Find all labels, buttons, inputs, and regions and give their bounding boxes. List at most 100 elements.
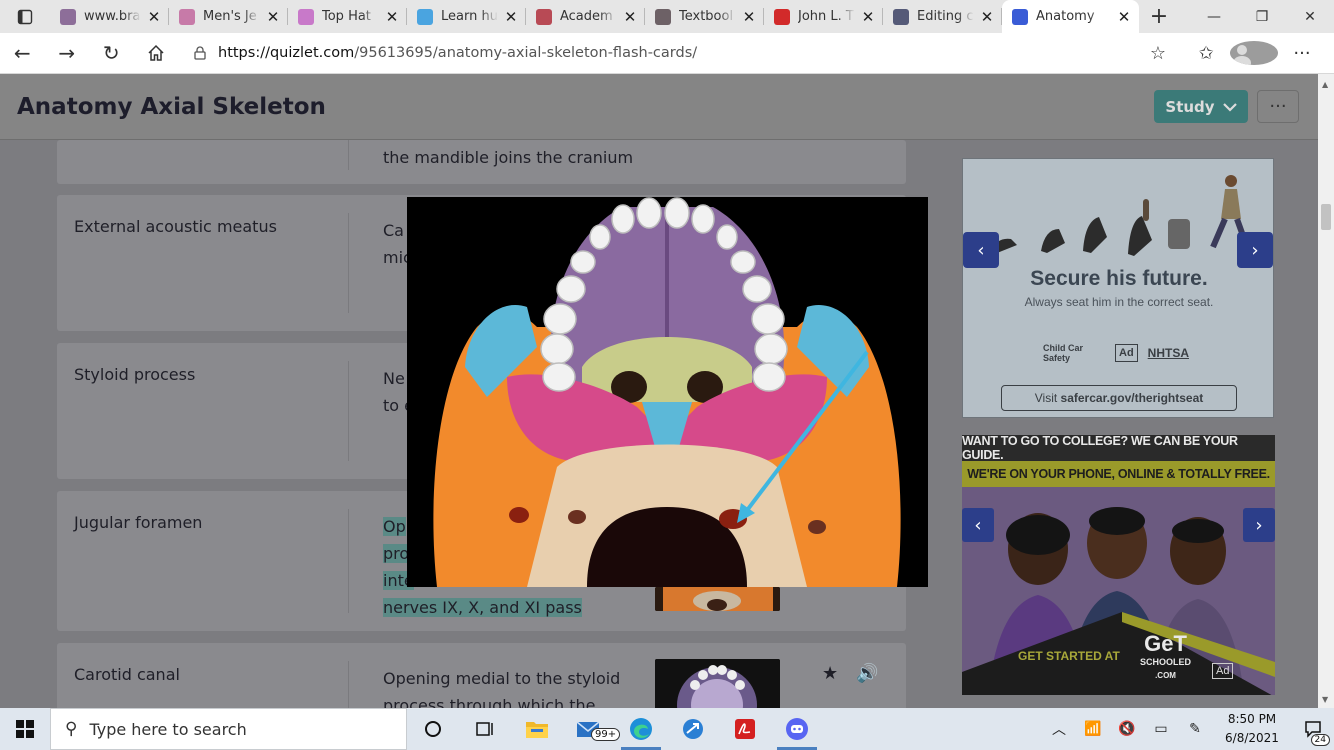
task-view-button[interactable] [459, 708, 511, 750]
browser-tab[interactable]: Textbool ✕ [645, 0, 764, 33]
ad-get-started-label: GET STARTED AT [1018, 649, 1120, 663]
close-tab-icon[interactable]: ✕ [385, 8, 399, 26]
definition-line: Op [383, 517, 406, 536]
app-swift-button[interactable] [667, 708, 719, 750]
ad-cta-prefix: Visit [1034, 391, 1058, 405]
browser-tab[interactable]: Top Hat ✕ [288, 0, 407, 33]
ad-headline: Secure his future. [1030, 267, 1208, 290]
home-button[interactable] [134, 33, 179, 74]
close-tab-icon[interactable]: ✕ [266, 8, 280, 26]
more-options-button[interactable]: ··· [1257, 90, 1299, 123]
battery-button[interactable]: ▭ [1144, 721, 1178, 737]
wifi-icon: 📶 [1084, 721, 1102, 737]
cortana-button[interactable] [407, 708, 459, 750]
notification-center-button[interactable]: 24 [1292, 708, 1334, 750]
refresh-button[interactable]: ↻ [89, 33, 134, 74]
favorites-button[interactable]: ✩ [1182, 41, 1230, 65]
ad-get-schooled[interactable]: WANT TO GO TO COLLEGE? WE CAN BE YOUR GU… [962, 435, 1275, 695]
ad-council-logo: Ad [1212, 663, 1234, 679]
close-tab-icon[interactable]: ✕ [504, 8, 518, 26]
mail-button[interactable]: 99+ [563, 708, 621, 750]
scroll-up-icon[interactable]: ▲ [1322, 80, 1328, 89]
ad-banner-line1: WANT TO GO TO COLLEGE? WE CAN BE YOUR GU… [962, 435, 1275, 462]
favorites-icon: ✩ [1198, 42, 1214, 64]
browser-tab[interactable]: John L. T ✕ [764, 0, 883, 33]
acrobat-button[interactable] [719, 708, 771, 750]
browser-toolbar: ☆ ✩ ··· [1134, 41, 1334, 65]
close-window-button[interactable]: ✕ [1286, 0, 1334, 33]
card-divider [348, 213, 349, 313]
minimize-button[interactable]: — [1190, 0, 1238, 33]
volume-button[interactable]: 🔇 [1110, 721, 1144, 737]
close-tab-icon[interactable]: ✕ [980, 8, 994, 26]
close-tab-icon[interactable]: ✕ [623, 8, 637, 26]
nhtsa-logo: NHTSA [1147, 346, 1190, 360]
home-icon [148, 44, 164, 61]
discord-button[interactable] [771, 708, 823, 750]
add-favorite-button[interactable]: ☆ [1134, 41, 1182, 65]
scroll-down-icon[interactable]: ▼ [1322, 695, 1328, 704]
ad-banner-line2: WE'RE ON YOUR PHONE, ONLINE & TOTALLY FR… [962, 461, 1275, 487]
audio-icon[interactable]: 🔊 [856, 663, 878, 684]
close-tab-icon[interactable]: ✕ [1117, 8, 1131, 26]
ad-cta-button[interactable]: Visit safercar.gov/therightseat [1001, 385, 1237, 411]
card-image-thumbnail[interactable] [655, 587, 780, 611]
forward-button[interactable]: → [45, 33, 90, 74]
definition-line: process through which the [383, 696, 596, 708]
brand-name: GeT [1144, 631, 1187, 656]
ad2-prev-button[interactable]: ‹ [962, 508, 994, 542]
browser-tab[interactable]: Academ ✕ [526, 0, 645, 33]
file-explorer-button[interactable] [511, 708, 563, 750]
card-term: Jugular foramen [74, 513, 203, 532]
ad-next-button[interactable]: › [1237, 232, 1273, 268]
study-button[interactable]: Study [1154, 90, 1248, 123]
profile-button[interactable] [1230, 41, 1278, 65]
show-hidden-icons-button[interactable]: ︿ [1042, 719, 1076, 739]
skull-inferior-view-illustration [407, 197, 928, 587]
tab-title: Editing c [917, 9, 974, 24]
card-image-thumbnail[interactable] [655, 659, 780, 708]
browser-tab[interactable]: Anatomy ✕ [1002, 0, 1139, 33]
ad-cta-link: safercar.gov/therightseat [1060, 391, 1204, 405]
browser-tab[interactable]: Men's Je ✕ [169, 0, 288, 33]
child-car-safety-logo: Child Car Safety [1043, 343, 1084, 363]
page-scrollbar[interactable]: ▲ ▼ [1318, 74, 1334, 708]
close-tab-icon[interactable]: ✕ [742, 8, 756, 26]
tab-actions-button[interactable] [0, 0, 50, 33]
taskbar-clock[interactable]: 8:50 PM 6/8/2021 [1212, 710, 1292, 748]
pen-button[interactable]: ✎ [1178, 721, 1212, 737]
start-button[interactable] [0, 708, 50, 750]
scrollbar-thumb[interactable] [1321, 204, 1331, 230]
close-tab-icon[interactable]: ✕ [147, 8, 161, 26]
settings-menu-button[interactable]: ··· [1278, 41, 1326, 65]
swift-arrow-icon [683, 719, 703, 739]
taskbar-search-input[interactable]: ⚲ Type here to search [50, 708, 407, 750]
card-term: Styloid process [74, 365, 196, 384]
star-icon[interactable]: ★ [822, 663, 838, 684]
address-bar: ← → ↻ https://quizlet.com/95613695/anato… [0, 33, 1334, 74]
textbook-icon [655, 8, 671, 25]
browser-tab[interactable]: Learn hu ✕ [407, 0, 526, 33]
browser-tab[interactable]: www.bra ✕ [50, 0, 169, 33]
acrobat-icon [735, 719, 755, 739]
task-view-icon [476, 722, 493, 736]
card-divider [348, 661, 349, 708]
window-controls: — ❐ ✕ [1190, 0, 1334, 33]
avatar [1230, 41, 1278, 65]
edge-button[interactable] [615, 708, 667, 750]
url-field[interactable]: https://quizlet.com/95613695/anatomy-axi… [182, 37, 1134, 69]
ad-prev-button[interactable]: ‹ [963, 232, 999, 268]
back-button[interactable]: ← [0, 33, 45, 74]
ad2-next-button[interactable]: › [1243, 508, 1275, 542]
clock-time: 8:50 PM [1227, 712, 1277, 726]
new-tab-button[interactable]: + [1139, 0, 1179, 33]
close-tab-icon[interactable]: ✕ [861, 8, 875, 26]
ad-car-safety[interactable]: ‹ › Secure his future. Always seat him i… [962, 158, 1274, 418]
enlarged-skull-image[interactable] [407, 197, 928, 587]
card-term: Carotid canal [74, 665, 180, 684]
restore-button[interactable]: ❐ [1238, 0, 1286, 33]
browser-tab[interactable]: Editing c ✕ [883, 0, 1002, 33]
network-button[interactable]: 📶 [1076, 721, 1110, 737]
search-placeholder: Type here to search [89, 719, 247, 739]
search-icon: ⚲ [65, 719, 78, 739]
